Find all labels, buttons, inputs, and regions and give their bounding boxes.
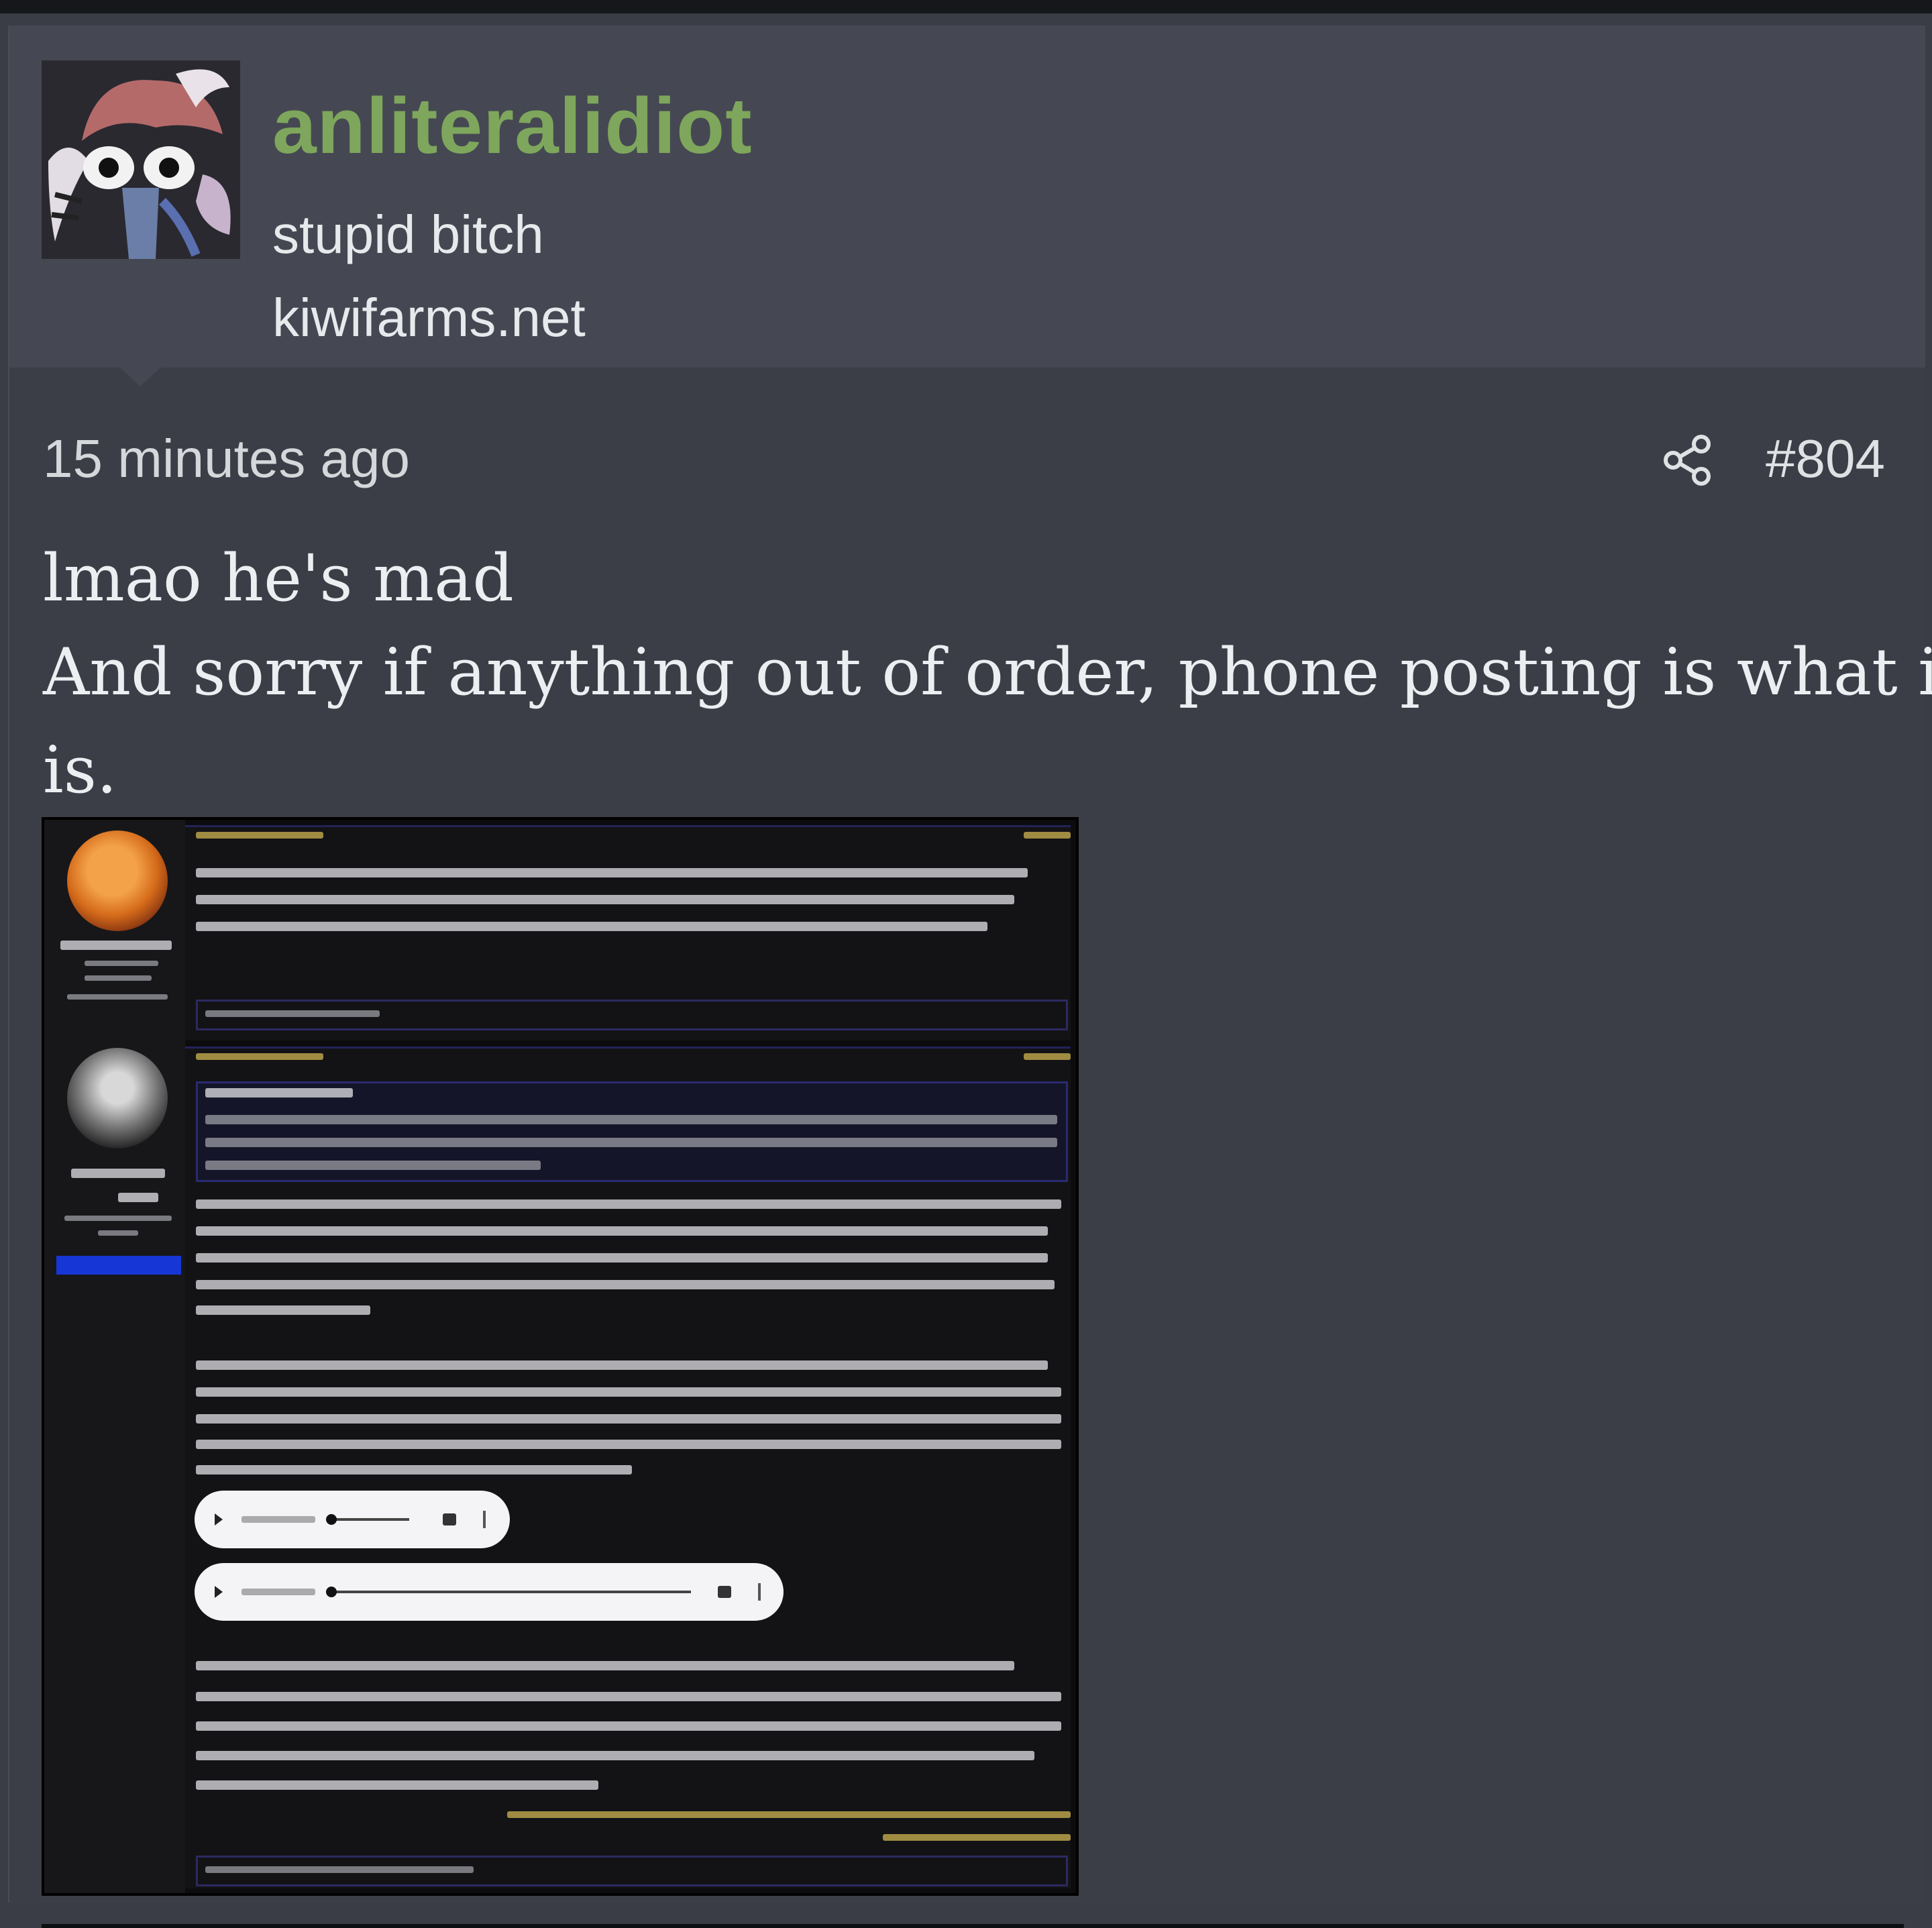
username[interactable]: anliteralidiot <box>272 81 753 172</box>
screenshot-text-line <box>196 1226 1048 1236</box>
screenshot-text-line <box>205 1138 1057 1147</box>
screenshot-text-line <box>883 1834 1071 1841</box>
screenshot-text-line <box>196 1692 1061 1701</box>
screenshot-avatar <box>67 831 168 931</box>
screenshot-text-line <box>85 975 152 981</box>
avatar[interactable] <box>42 60 240 259</box>
play-icon[interactable] <box>215 1586 223 1598</box>
screenshot-text-line <box>205 1866 474 1873</box>
screenshot-text-line <box>205 1115 1057 1124</box>
post-timestamp[interactable]: 15 minutes ago <box>43 428 410 490</box>
volume-icon[interactable] <box>718 1586 731 1598</box>
screenshot-text-line <box>64 1216 172 1221</box>
screenshot-text-line <box>196 1199 1061 1209</box>
post-number-link[interactable]: #804 <box>1766 428 1885 490</box>
clown-avatar-image <box>42 60 240 259</box>
screenshot-text-line <box>1024 1053 1071 1060</box>
screenshot-badge <box>56 1256 181 1275</box>
screenshot-text-line <box>196 1414 1061 1424</box>
screenshot-text-line <box>196 1661 1014 1670</box>
screenshot-text-line <box>1024 832 1071 839</box>
screenshot-text-line <box>205 1010 380 1017</box>
audio-player[interactable] <box>195 1491 510 1548</box>
screenshot-text-line <box>205 1161 541 1170</box>
screenshot-text-line <box>67 994 168 1000</box>
screenshot-text-line <box>196 1440 1061 1449</box>
post-body-line: And sorry if anything out of order, phon… <box>43 635 1932 710</box>
screenshot-text-line <box>205 1088 353 1097</box>
user-site: kiwifarms.net <box>272 288 586 347</box>
screenshot-text-line <box>60 941 172 950</box>
screenshot-text-line <box>196 1053 323 1060</box>
volume-icon[interactable] <box>443 1513 456 1525</box>
screenshot-text-line <box>196 1253 1048 1263</box>
screenshot-text-line <box>507 1811 1071 1818</box>
screenshot-text-line <box>196 1280 1055 1289</box>
more-options-icon[interactable] <box>483 1511 486 1528</box>
screenshot-text-line <box>85 961 158 966</box>
screenshot-text-line <box>71 1169 165 1178</box>
screenshot-text-line <box>98 1230 138 1236</box>
audio-player[interactable] <box>195 1563 784 1621</box>
post-body-line: is. <box>43 733 117 808</box>
screenshot-sidebar <box>44 820 185 1893</box>
screenshot-text-line <box>118 1193 158 1202</box>
screenshot-text-line <box>196 1465 632 1475</box>
screenshot-text-line <box>196 1751 1034 1760</box>
screenshot-text-line <box>196 1387 1061 1397</box>
user-info-block: anliteralidiot stupid bitch kiwifarms.ne… <box>9 25 1925 386</box>
share-icon[interactable] <box>1660 432 1716 488</box>
forum-post: anliteralidiot stupid bitch kiwifarms.ne… <box>8 25 1932 1928</box>
screenshot-text-line <box>196 832 323 839</box>
divider <box>42 1924 1904 1928</box>
top-bar <box>0 0 1932 13</box>
screenshot-text-line <box>196 1780 598 1790</box>
user-title: stupid bitch <box>272 205 544 264</box>
screenshot-text-line <box>196 1305 370 1315</box>
screenshot-text-line <box>196 868 1028 877</box>
screenshot-text-line <box>196 895 1014 904</box>
embedded-screenshot-image[interactable] <box>42 817 1079 1896</box>
user-block-notch <box>120 368 160 386</box>
more-options-icon[interactable] <box>758 1583 761 1601</box>
play-icon[interactable] <box>215 1513 223 1525</box>
screenshot-text-line <box>196 1360 1048 1370</box>
screenshot-text-line <box>196 922 987 931</box>
screenshot-avatar <box>67 1048 168 1148</box>
screenshot-text-line <box>196 1721 1061 1731</box>
post-body-line: lmao he's mad <box>43 541 514 616</box>
